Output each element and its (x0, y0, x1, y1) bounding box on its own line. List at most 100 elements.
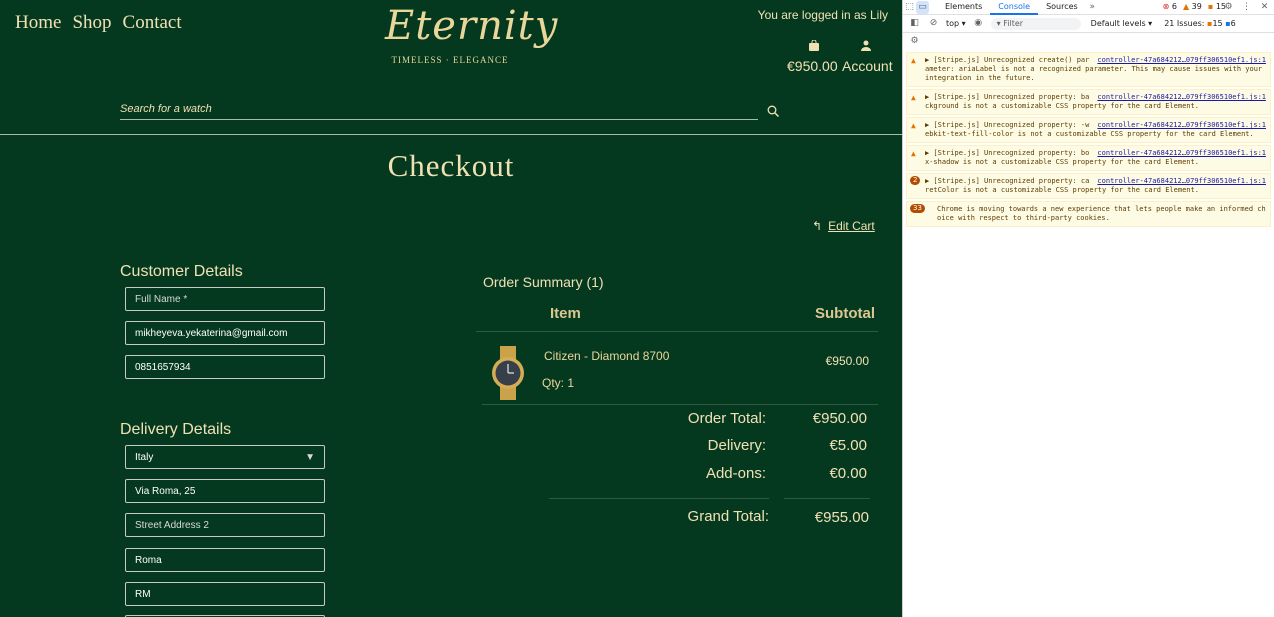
message-source-link[interactable]: controller-47a684212…079ff306510ef1.js:1 (1097, 93, 1266, 102)
sidebar-toggle-icon[interactable]: ◧ (908, 17, 921, 30)
full-name-field[interactable] (125, 287, 325, 311)
warning-icon: ▲ (911, 56, 916, 65)
street-address-2-field[interactable] (125, 513, 325, 537)
error-icon: ⊗ (1162, 2, 1170, 11)
devtools-pane: ⬚ ▭ Elements Console Sources » ⊗ 6 ▲ 39 … (902, 0, 1274, 617)
tab-sources[interactable]: Sources (1038, 0, 1086, 15)
issues-count[interactable]: 21 Issues: ▪15 ▪6 (1164, 19, 1236, 28)
customer-details-heading: Customer Details (120, 263, 243, 280)
addons-value: €0.00 (829, 465, 867, 482)
user-icon[interactable] (860, 40, 872, 51)
warning-icon: ▲ (911, 149, 916, 158)
message-source-link[interactable]: controller-47a684212…079ff306510ef1.js:1 (1097, 121, 1266, 130)
divider (476, 331, 878, 332)
order-total-value: €950.00 (812, 410, 867, 427)
search-icon[interactable] (767, 105, 779, 117)
reply-arrow-icon: ↰ (812, 219, 823, 233)
page-title: Checkout (387, 148, 515, 183)
delivery-details-heading: Delivery Details (120, 421, 232, 438)
delivery-value: €5.00 (829, 437, 867, 454)
phone-field[interactable] (125, 355, 325, 379)
city-field[interactable] (125, 548, 325, 572)
delivery-label: Delivery: (707, 437, 766, 454)
nav-contact[interactable]: Contact (123, 12, 182, 34)
repeat-count-badge: 2 (910, 176, 921, 185)
warning-icon: ▲ (911, 121, 916, 130)
tab-elements[interactable]: Elements (937, 0, 990, 15)
grand-total-label: Grand Total: (687, 508, 769, 525)
close-icon[interactable]: ✕ (1258, 1, 1271, 14)
clear-console-icon[interactable]: ⊘ (927, 17, 940, 30)
console-message-warning[interactable]: ▲ controller-47a684212…079ff306510ef1.js… (906, 89, 1271, 115)
nav-home[interactable]: Home (15, 12, 61, 34)
console-toolbar: ◧ ⊘ top ▾ ◉ ▾ Filter Default levels ▾ 21… (903, 15, 1274, 33)
issue-icon: ▪ (1207, 2, 1214, 11)
account-link[interactable]: Account (842, 58, 893, 74)
country-select[interactable]: Italy ▼ (125, 445, 325, 469)
edit-cart-label: Edit Cart (828, 219, 875, 233)
message-source-link[interactable]: controller-47a684212…079ff306510ef1.js:1 (1097, 149, 1266, 158)
street-address-1-field[interactable] (125, 479, 325, 503)
column-header-item: Item (550, 305, 581, 322)
console-message-warning[interactable]: 2 controller-47a684212…079ff306510ef1.js… (906, 173, 1271, 199)
inspect-element-icon[interactable]: ⬚ (903, 1, 916, 14)
country-value: Italy (135, 451, 154, 463)
error-count: ⊗ 6 (1162, 2, 1177, 11)
console-message-warning[interactable]: ▲ controller-47a684212…079ff306510ef1.js… (906, 117, 1271, 143)
product-subtotal: €950.00 (825, 354, 869, 368)
repeat-count-badge: 33 (910, 204, 925, 213)
edit-cart-link[interactable]: ↰ Edit Cart (812, 219, 875, 233)
logo-text: Eternity (385, 3, 559, 49)
message-source-link[interactable]: controller-47a684212…079ff306510ef1.js:1 (1097, 177, 1266, 186)
console-messages: ▲ controller-47a684212…079ff306510ef1.js… (903, 52, 1274, 227)
search-input[interactable] (120, 102, 758, 115)
search-bar (120, 98, 758, 120)
message-source-link[interactable]: controller-47a684212…079ff306510ef1.js:1 (1097, 56, 1266, 65)
levels-select[interactable]: Default levels ▾ (1091, 19, 1153, 28)
county-field[interactable] (125, 582, 325, 606)
grand-total-value: €955.00 (814, 509, 869, 526)
nav-shop[interactable]: Shop (72, 12, 111, 34)
more-tabs-icon[interactable]: » (1086, 1, 1099, 14)
console-message-warning[interactable]: ▲ controller-47a684212…079ff306510ef1.js… (906, 52, 1271, 87)
product-quantity: Qty: 1 (542, 376, 575, 390)
site-logo[interactable]: Eternity TIMELESS · ELEGANCE (385, 3, 559, 65)
console-message-info[interactable]: 33 Chrome is moving towards a new experi… (906, 201, 1271, 227)
eye-icon[interactable]: ◉ (972, 17, 985, 30)
product-name[interactable]: Citizen - Diamond 8700 (544, 349, 669, 363)
logo-tagline: TIMELESS · ELEGANCE (391, 55, 509, 65)
warning-icon: ▲ (1182, 2, 1190, 11)
devtools-toolbar: ⬚ ▭ Elements Console Sources » ⊗ 6 ▲ 39 … (903, 0, 1274, 15)
devtools-window-controls: ⚙ ⋮ ✕ (1222, 1, 1271, 14)
logged-in-status: You are logged in as Lily (757, 8, 888, 22)
website-pane: Home Shop Contact Eternity TIMELESS · EL… (0, 0, 902, 617)
column-header-subtotal: Subtotal (815, 305, 875, 322)
addons-label: Add-ons: (705, 465, 766, 482)
console-message-warning[interactable]: ▲ controller-47a684212…079ff306510ef1.js… (906, 145, 1271, 171)
divider (549, 498, 769, 499)
more-options-icon[interactable]: ⋮ (1240, 1, 1253, 14)
shopping-bag-icon[interactable] (808, 40, 820, 51)
warning-count: ▲ 39 (1182, 2, 1202, 11)
console-settings-row: ⚙ (903, 33, 1274, 50)
product-watch-image[interactable] (488, 346, 528, 400)
context-select[interactable]: top ▾ (946, 19, 966, 28)
console-settings-gear-icon[interactable]: ⚙ (908, 35, 921, 48)
message-text: Chrome is moving towards a new experienc… (937, 205, 1266, 222)
email-field[interactable] (125, 321, 325, 345)
order-summary-heading: Order Summary (1) (483, 274, 604, 290)
order-total-label: Order Total: (687, 410, 766, 427)
divider (482, 404, 878, 405)
filter-icon: ▾ (996, 18, 1001, 28)
device-toolbar-icon[interactable]: ▭ (916, 0, 929, 14)
console-counts[interactable]: ⊗ 6 ▲ 39 ▪ 15 (1163, 2, 1226, 11)
header-divider (0, 134, 902, 135)
tab-console[interactable]: Console (990, 0, 1039, 15)
cart-total[interactable]: €950.00 (787, 58, 838, 74)
main-nav: Home Shop Contact (15, 12, 182, 34)
divider (784, 498, 870, 499)
warning-icon: ▲ (911, 93, 916, 102)
filter-input[interactable]: ▾ Filter (990, 17, 1081, 30)
settings-gear-icon[interactable]: ⚙ (1222, 1, 1235, 14)
dropdown-caret-icon: ▼ (305, 451, 315, 463)
